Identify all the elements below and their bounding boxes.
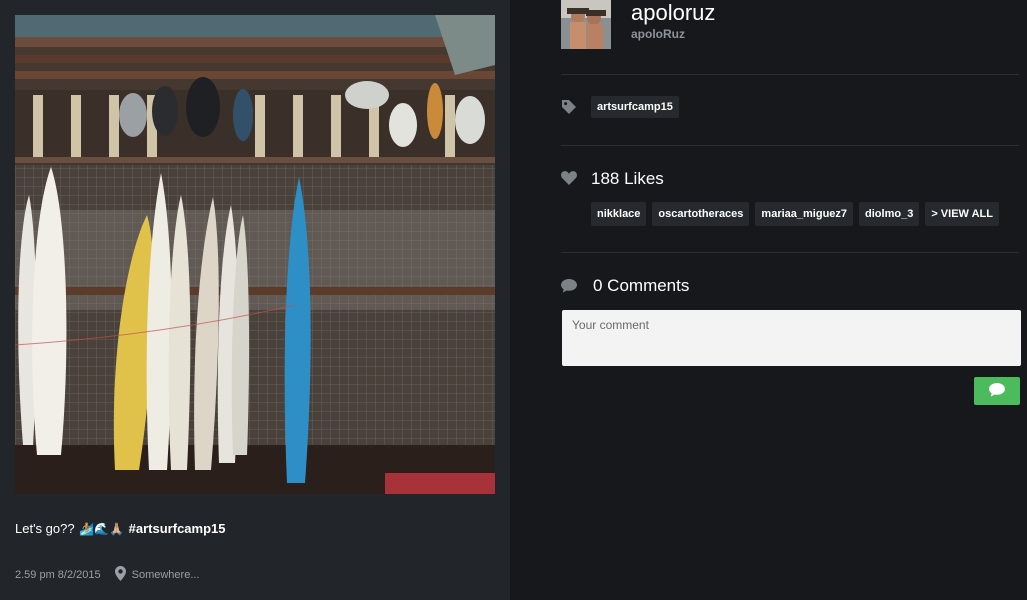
- likes-count[interactable]: 188 Likes: [591, 169, 664, 189]
- avatar[interactable]: [561, 0, 611, 49]
- post-details-panel: apoloruz apoloRuz artsurfcamp15 188 Like…: [510, 0, 1027, 600]
- divider: [561, 252, 1019, 253]
- liker-chip[interactable]: diolmo_3: [859, 202, 920, 226]
- tag-chip-artsurfcamp15[interactable]: artsurfcamp15: [591, 96, 679, 118]
- tag-list: artsurfcamp15: [591, 96, 679, 118]
- comments-count: 0 Comments: [593, 276, 690, 295]
- caption-hashtag-link[interactable]: #artsurfcamp15: [129, 521, 226, 536]
- liker-chip[interactable]: oscartotheraces: [652, 202, 750, 226]
- location-pin-icon: [114, 566, 126, 584]
- view-all-likes-button[interactable]: > VIEW ALL: [925, 202, 999, 226]
- divider: [561, 74, 1019, 75]
- speech-bubble-icon: [561, 279, 577, 298]
- comment-input[interactable]: [562, 310, 1021, 366]
- liker-chip[interactable]: mariaa_miguez7: [755, 202, 854, 226]
- post-location[interactable]: Somewhere...: [132, 569, 200, 581]
- heart-icon: [561, 171, 577, 190]
- tag-icon: [561, 99, 577, 120]
- post-media-panel: Let's go?? 🏄🏼🌊🙏🏼 #artsurfcamp15 2.59 pm …: [0, 0, 510, 600]
- profile-username[interactable]: apoloruz: [631, 0, 715, 26]
- post-caption: Let's go?? 🏄🏼🌊🙏🏼 #artsurfcamp15: [15, 521, 225, 536]
- divider: [561, 145, 1019, 146]
- liker-chip[interactable]: nikklace: [591, 202, 647, 226]
- likers-list: nikklace oscartotheraces mariaa_miguez7 …: [591, 202, 999, 226]
- send-comment-button[interactable]: [974, 377, 1020, 405]
- post-timestamp: 2.59 pm 8/2/2015: [15, 569, 101, 581]
- caption-text: Let's go??: [15, 521, 79, 536]
- caption-emoji: 🏄🏼🌊🙏🏼: [79, 522, 125, 536]
- post-meta: 2.59 pm 8/2/2015 Somewhere...: [15, 566, 200, 584]
- comment-send-icon: [989, 382, 1005, 400]
- profile-handle[interactable]: apoloRuz: [631, 27, 685, 41]
- post-photo: [15, 15, 495, 494]
